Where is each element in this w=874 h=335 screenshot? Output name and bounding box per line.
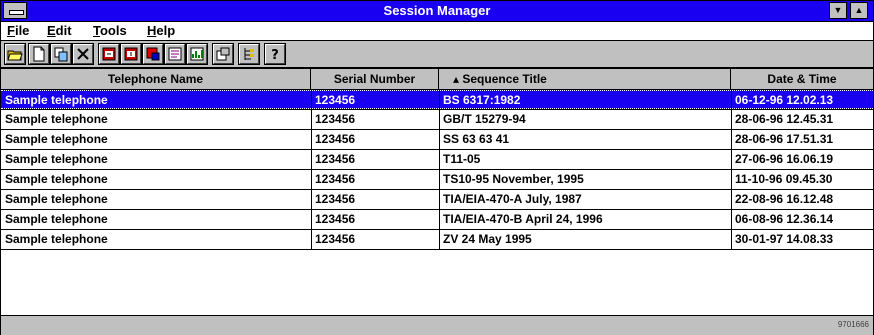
cell-date-time: 22-08-96 16.12.48 [735,192,834,206]
down-arrow-icon: ▼ [833,5,843,15]
session-manager-window: Session Manager ▼ ▲ File Edit Tools Help [0,0,874,335]
cell-date-time: 27-06-96 16.06.19 [735,152,834,166]
table-row[interactable]: Sample telephone 123456 T11-05 27-06-96 16.… [1,150,873,169]
tree-view-button[interactable] [238,43,260,65]
maximize-button[interactable]: ▲ [850,2,868,19]
cell-date-time: 30-01-97 14.08.33 [735,232,834,246]
menu-file[interactable]: File [7,23,29,38]
cell-serial-number: 123456 [315,152,356,166]
column-header-telephone-name[interactable]: Telephone Name [1,69,311,89]
column-divider [311,90,312,250]
cell-telephone-name: Sample telephone [5,232,108,246]
menu-help[interactable]: Help [147,23,175,38]
delete-button[interactable] [72,43,94,65]
column-header-date-time[interactable]: Date & Time [731,69,873,89]
chart-button[interactable] [186,43,208,65]
title-bar[interactable]: Session Manager ▼ ▲ [1,1,873,22]
copy-icon [54,47,68,62]
cell-telephone-name: Sample telephone [5,212,108,226]
cell-date-time: 11-10-96 09.45.30 [735,172,833,186]
export-icon [102,47,116,61]
copy-button[interactable] [50,43,72,65]
cell-sequence-title: ZV 24 May 1995 [443,232,532,246]
cell-telephone-name: Sample telephone [5,132,108,146]
cell-date-time: 28-06-96 12.45.31 [735,112,834,126]
cell-serial-number: 123456 [315,232,356,246]
cell-sequence-title: TIA/EIA-470-B April 24, 1996 [443,212,603,226]
telephone-icon [146,47,160,61]
cell-date-time: 06-12-96 12.02.13 [735,93,834,107]
cell-sequence-title: SS 63 63 41 [443,132,510,146]
properties-button[interactable] [212,43,234,65]
new-button[interactable] [28,43,50,65]
cell-sequence-title: T11-05 [443,152,481,166]
cell-telephone-name: Sample telephone [5,172,108,186]
tree-view-icon [244,48,254,60]
cell-serial-number: 123456 [315,112,356,126]
report-icon [168,47,182,61]
column-header-sequence-title[interactable]: ▴ Sequence Title [439,69,731,89]
column-divider [731,90,732,250]
help-button[interactable]: ? [264,43,286,65]
column-header-serial-number[interactable]: Serial Number [311,69,439,89]
cell-serial-number: 123456 [315,212,356,226]
table-row[interactable]: Sample telephone 123456 ZV 24 May 1995 30-0… [1,230,873,249]
table-row[interactable]: Sample telephone 123456 TIA/EIA-470-B Apri… [1,210,873,229]
menu-edit[interactable]: Edit [47,23,72,38]
table-row[interactable]: Sample telephone 123456 TIA/EIA-470-A July… [1,190,873,209]
export-button[interactable] [98,43,120,65]
menu-tools[interactable]: Tools [93,23,127,38]
cell-sequence-title: TS10-95 November, 1995 [443,172,584,186]
delete-icon [77,48,89,60]
minimize-button[interactable]: ▼ [829,2,847,19]
report-button[interactable] [164,43,186,65]
cell-serial-number: 123456 [315,192,356,206]
open-folder-icon [7,50,23,61]
import-button[interactable] [120,43,142,65]
help-icon: ? [271,48,279,62]
cell-telephone-name: Sample telephone [5,192,108,206]
cell-telephone-name: Sample telephone [5,152,108,166]
figure-code: 9701666 [837,320,869,329]
table-header: Telephone Name Serial Number ▴ Sequence … [1,68,873,90]
cell-serial-number: 123456 [315,132,356,146]
status-bar: 9701666 [1,315,873,335]
cell-sequence-title: BS 6317:1982 [443,93,521,107]
cell-telephone-name: Sample telephone [5,93,108,107]
table-row[interactable]: Sample telephone 123456 SS 63 63 41 28-06-9… [1,130,873,149]
cell-serial-number: 123456 [315,93,356,107]
column-divider [439,90,440,250]
cell-serial-number: 123456 [315,172,356,186]
cell-telephone-name: Sample telephone [5,112,108,126]
up-arrow-icon: ▲ [854,5,864,15]
table-row[interactable]: Sample telephone 123456 GB/T 15279-94 28-06… [1,110,873,129]
cell-date-time: 06-08-96 12.36.14 [735,212,834,226]
window-title: Session Manager [383,3,491,18]
chart-icon [190,47,204,61]
table-row[interactable]: Sample telephone 123456 BS 6317:1982 06-12-… [1,90,873,109]
table-row[interactable]: Sample telephone 123456 TS10-95 November, … [1,170,873,189]
toolbar: ? [1,41,873,68]
new-document-icon [33,46,45,62]
cell-sequence-title: TIA/EIA-470-A July, 1987 [443,192,582,206]
svg-text:?: ? [271,48,279,62]
menu-bar: File Edit Tools Help [1,22,873,41]
open-button[interactable] [4,43,26,65]
import-icon [124,47,138,61]
properties-icon [216,47,230,61]
cell-sequence-title: GB/T 15279-94 [443,112,526,126]
cell-date-time: 28-06-96 17.51.31 [735,132,834,146]
row-divider [1,249,873,250]
telephone-button[interactable] [142,43,164,65]
